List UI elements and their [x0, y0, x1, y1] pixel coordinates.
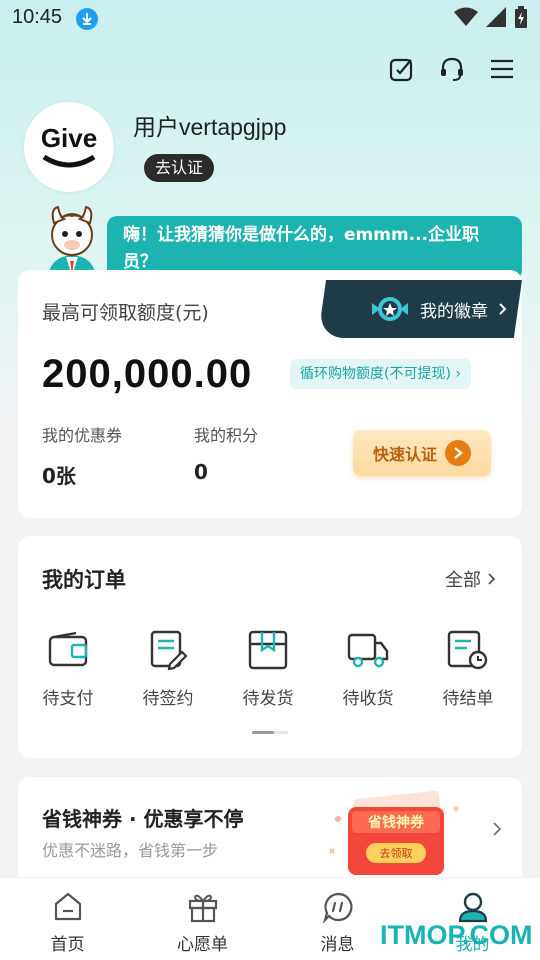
quota-card: 最高可领取额度(元) 我的徽章 200,000.00 循环购物额度(不可提现) … — [18, 270, 522, 518]
nav-label: 心愿单 — [177, 935, 228, 955]
points-value[interactable]: 0 — [194, 460, 208, 484]
wallet-icon — [46, 628, 90, 672]
top-actions — [388, 55, 516, 83]
clock-document-icon — [446, 628, 490, 672]
gift-icon — [186, 890, 220, 924]
download-icon — [76, 8, 98, 30]
order-item-label: 待签约 — [142, 689, 194, 709]
nav-label: 首页 — [50, 935, 85, 955]
quota-title: 最高可领取额度(元) — [42, 302, 209, 324]
quota-amount: 200,000.00 — [42, 352, 253, 396]
status-icons — [454, 6, 528, 28]
verify-button[interactable]: 去认证 — [144, 154, 215, 182]
status-time: 10:45 — [12, 6, 63, 28]
wifi-icon — [454, 7, 478, 26]
page-indicator — [252, 731, 288, 734]
order-status-list: 待支付 待签约 待发货 待收货 待结单 — [18, 628, 522, 709]
orders-all-link[interactable]: 全部 — [445, 566, 496, 592]
user-icon — [456, 890, 490, 924]
orders-title: 我的订单 — [42, 568, 126, 592]
order-item-label: 待收货 — [342, 689, 394, 709]
arrow-right-icon — [445, 440, 471, 466]
chevron-right-icon: › — [455, 366, 461, 382]
status-bar: 10:45 — [0, 0, 540, 36]
avatar[interactable]: Give — [24, 102, 114, 192]
customer-service-icon[interactable] — [438, 55, 466, 83]
username: 用户vertapgjpp — [133, 114, 287, 140]
chevron-right-icon — [492, 821, 502, 841]
nav-item-home[interactable]: 首页 — [0, 878, 135, 960]
orders-all-label: 全部 — [445, 570, 481, 591]
box-icon — [246, 628, 290, 672]
nav-item-wishlist[interactable]: 心愿单 — [135, 878, 270, 960]
menu-icon[interactable] — [488, 55, 516, 83]
order-item-pending-settle[interactable]: 待结单 — [418, 628, 518, 709]
cycle-quota-tag[interactable]: 循环购物额度(不可提现) › — [290, 359, 471, 389]
edit-icon[interactable] — [388, 55, 416, 83]
coupon-value[interactable]: 0张 — [42, 460, 76, 489]
chevron-right-icon — [499, 303, 507, 315]
promo-card[interactable]: 省钱神券 · 优惠享不停 优惠不迷路，省钱第一步 省钱神券 去领取 — [18, 777, 522, 887]
truck-icon — [346, 628, 390, 672]
promo-title: 省钱神券 · 优惠享不停 — [42, 807, 244, 831]
order-item-pending-ship[interactable]: 待发货 — [218, 628, 318, 709]
sign-document-icon — [146, 628, 190, 672]
promo-image-title: 省钱神券 — [367, 814, 425, 831]
promo-image-button: 去领取 — [380, 847, 413, 860]
watermark: ITMOP.COM — [380, 920, 533, 950]
home-icon — [51, 890, 85, 924]
order-item-label: 待结单 — [442, 689, 494, 709]
my-badge-label: 我的徽章 — [420, 301, 488, 322]
order-item-pending-sign[interactable]: 待签约 — [118, 628, 218, 709]
cycle-quota-label: 循环购物额度(不可提现) — [300, 366, 451, 382]
orders-card: 我的订单 全部 待支付 待签约 待发货 待收货 待结单 — [18, 536, 522, 758]
chevron-right-icon — [488, 573, 496, 585]
points-label[interactable]: 我的积分 — [194, 422, 258, 446]
coupon-label[interactable]: 我的优惠券 — [42, 422, 122, 446]
badge-icon — [372, 297, 408, 321]
order-item-pending-receive[interactable]: 待收货 — [318, 628, 418, 709]
my-badge-button[interactable]: 我的徽章 — [342, 280, 522, 338]
order-item-pending-payment[interactable]: 待支付 — [18, 628, 118, 709]
order-item-label: 待发货 — [242, 689, 294, 709]
avatar-text: Give — [41, 123, 97, 153]
coupon-envelope-image: 省钱神券 去领取 — [326, 789, 466, 877]
message-icon — [321, 890, 355, 924]
nav-label: 消息 — [320, 935, 355, 955]
order-item-label: 待支付 — [42, 689, 94, 709]
quick-verify-label: 快速认证 — [372, 445, 437, 464]
quick-verify-button[interactable]: 快速认证 — [353, 430, 491, 476]
promo-subtitle: 优惠不迷路，省钱第一步 — [42, 841, 219, 860]
battery-icon — [515, 6, 527, 28]
signal-icon — [486, 7, 506, 27]
